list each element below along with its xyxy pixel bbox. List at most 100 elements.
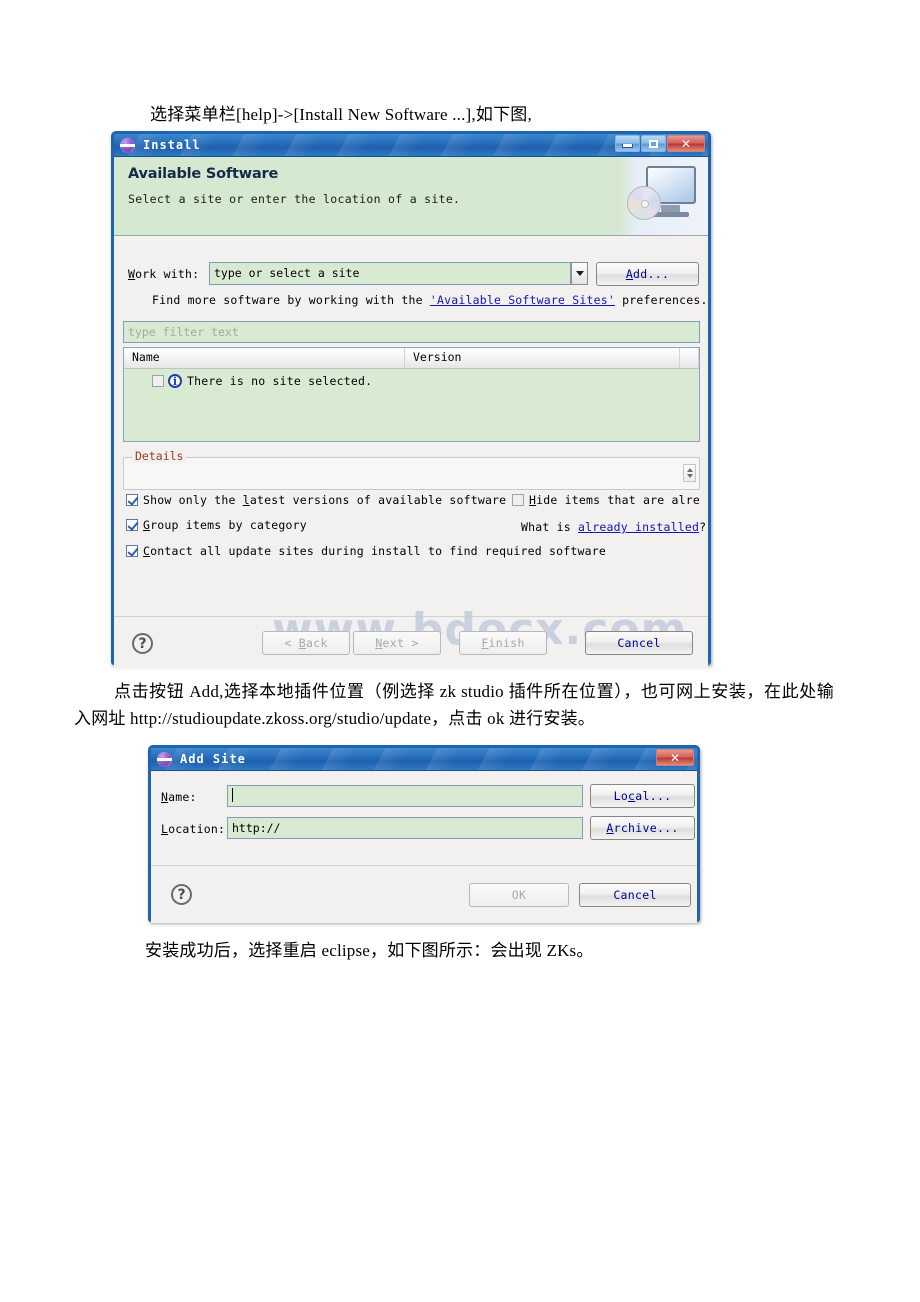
group-by-category-checkbox[interactable] [126,519,138,531]
add-site-help-button[interactable]: ? [171,884,192,905]
install-dialog-titlebar[interactable]: Install ✕ [114,134,708,157]
install-dialog-body: Work with: type or select a site Add... … [114,236,708,669]
wizard-banner: Available Software Select a site or ente… [114,157,708,236]
computer-cd-icon [620,157,708,235]
window-buttons: ✕ [615,135,705,152]
add-button-mnemonic: A [625,267,634,281]
back-button-label: < Back [284,636,328,650]
monitor-stand [661,205,680,212]
page-title: Available Software [128,166,279,182]
show-latest-checkbox[interactable] [126,494,138,506]
archive-button[interactable]: Archive... [590,816,695,840]
software-table: Name Version i There is no site selected… [123,347,700,442]
eclipse-icon [120,137,135,153]
table-row[interactable]: i There is no site selected. [124,369,699,388]
info-icon: i [168,374,182,388]
eclipse-icon [157,751,172,767]
local-button-label: Local... [613,789,672,803]
maximize-button[interactable] [641,135,666,152]
add-site-title: Add Site [180,752,246,766]
caption-middle: 点击按钮 Add,选择本地插件位置（例选择 zk studio 插件所在位置），… [74,682,834,728]
column-name[interactable]: Name [124,348,405,368]
add-site-button-bar: ? OK Cancel [151,865,697,923]
name-input[interactable] [227,785,583,807]
work-with-label: Work with: [128,267,199,281]
available-software-sites-link[interactable]: 'Available Software Sites' [430,293,615,307]
software-sites-hint: Find more software by working with the '… [152,293,708,307]
contact-all-sites-checkbox[interactable] [126,545,138,557]
column-extra[interactable] [680,348,699,368]
wizard-banner-text: Available Software Select a site or ente… [114,157,620,235]
work-with-label-rest: ork with: [135,267,200,281]
archive-button-label: Archive... [606,821,679,835]
caption-top: 选择菜单栏[help]->[Install New Software ...],… [150,105,532,124]
show-latest-label: Show only the latest versions of availab… [143,493,507,507]
finish-button-label: Finish [481,636,525,650]
hide-installed-checkbox[interactable] [512,494,524,506]
option-show-latest[interactable]: Show only the latest versions of availab… [126,493,506,507]
option-contact-all-sites[interactable]: Contact all update sites during install … [126,544,606,558]
install-dialog-button-bar: ? www.bdocx.com < Back Next > Finish Can… [114,604,708,669]
row-checkbox[interactable] [152,375,164,387]
name-label-rest: ame: [168,790,197,804]
chevron-down-icon [575,271,584,276]
option-hide-installed-clip: Hide items that are alread [512,491,700,513]
close-icon: ✕ [680,136,692,151]
text-cursor [232,788,233,802]
details-spinner[interactable] [683,464,696,482]
install-dialog: Install ✕ Available Software Select a si… [111,131,711,669]
cancel-button[interactable]: Cancel [585,631,693,655]
add-site-body: Name: Local... Location: http:// Archive… [151,771,697,923]
already-installed-before: What is [521,520,578,534]
option-group-by-category[interactable]: Group items by category [126,518,307,532]
name-field-label: Name: [161,790,197,804]
finish-button[interactable]: Finish [459,631,547,655]
add-site-window-buttons: ✕ [656,749,694,766]
work-with-dropdown-button[interactable] [571,262,588,285]
help-button[interactable]: ? [132,633,153,654]
hide-installed-label: Hide items that are alread [529,493,700,507]
add-site-titlebar[interactable]: Add Site ✕ [151,748,697,771]
add-site-dialog: Add Site ✕ Name: Local... Location: http… [148,745,700,923]
filter-input[interactable]: type filter text [123,321,700,343]
close-icon: ✕ [669,750,681,765]
ok-button[interactable]: OK [469,883,569,907]
group-by-category-label: Group items by category [143,518,307,532]
minimize-icon [622,143,633,148]
add-site-button[interactable]: Add... [596,262,699,286]
cancel-button-label: Cancel [617,636,661,650]
contact-all-sites-label: Contact all update sites during install … [143,544,607,558]
minimize-button[interactable] [615,135,640,152]
row-label: There is no site selected. [187,374,373,388]
spinner-up-icon [686,468,693,472]
spinner-down-icon [686,474,693,478]
monitor-base [653,212,689,217]
add-site-close-button[interactable]: ✕ [656,749,694,766]
details-group: Details [123,449,700,490]
page-subtitle: Select a site or enter the location of a… [128,192,461,206]
cd-icon [627,186,661,220]
location-input[interactable]: http:// [227,817,583,839]
location-field-label: Location: [161,822,225,836]
maximize-icon [649,139,658,148]
details-legend: Details [132,449,187,463]
option-hide-installed[interactable]: Hide items that are alread [512,493,700,507]
location-label-rest: ocation: [168,822,226,836]
already-installed-hint: What is already installed? [521,520,706,534]
back-button[interactable]: < Back [262,631,350,655]
add-button-label-rest: dd... [633,267,670,281]
already-installed-link[interactable]: already installed [578,520,699,534]
column-version[interactable]: Version [405,348,680,368]
already-installed-after: ? [699,520,707,534]
next-button[interactable]: Next > [353,631,441,655]
close-button[interactable]: ✕ [667,135,705,152]
local-button[interactable]: Local... [590,784,695,808]
next-button-label: Next > [375,636,419,650]
add-site-cancel-button[interactable]: Cancel [579,883,691,907]
work-with-input[interactable]: type or select a site [209,262,571,285]
table-header: Name Version [124,348,699,369]
hint-after: preferences. [615,293,708,307]
install-dialog-title: Install [143,138,201,152]
hint-before: Find more software by working with the [152,293,430,307]
caption-bottom: 安装成功后，选择重启 eclipse，如下图所示：会出现 ZKs。 [145,941,594,960]
